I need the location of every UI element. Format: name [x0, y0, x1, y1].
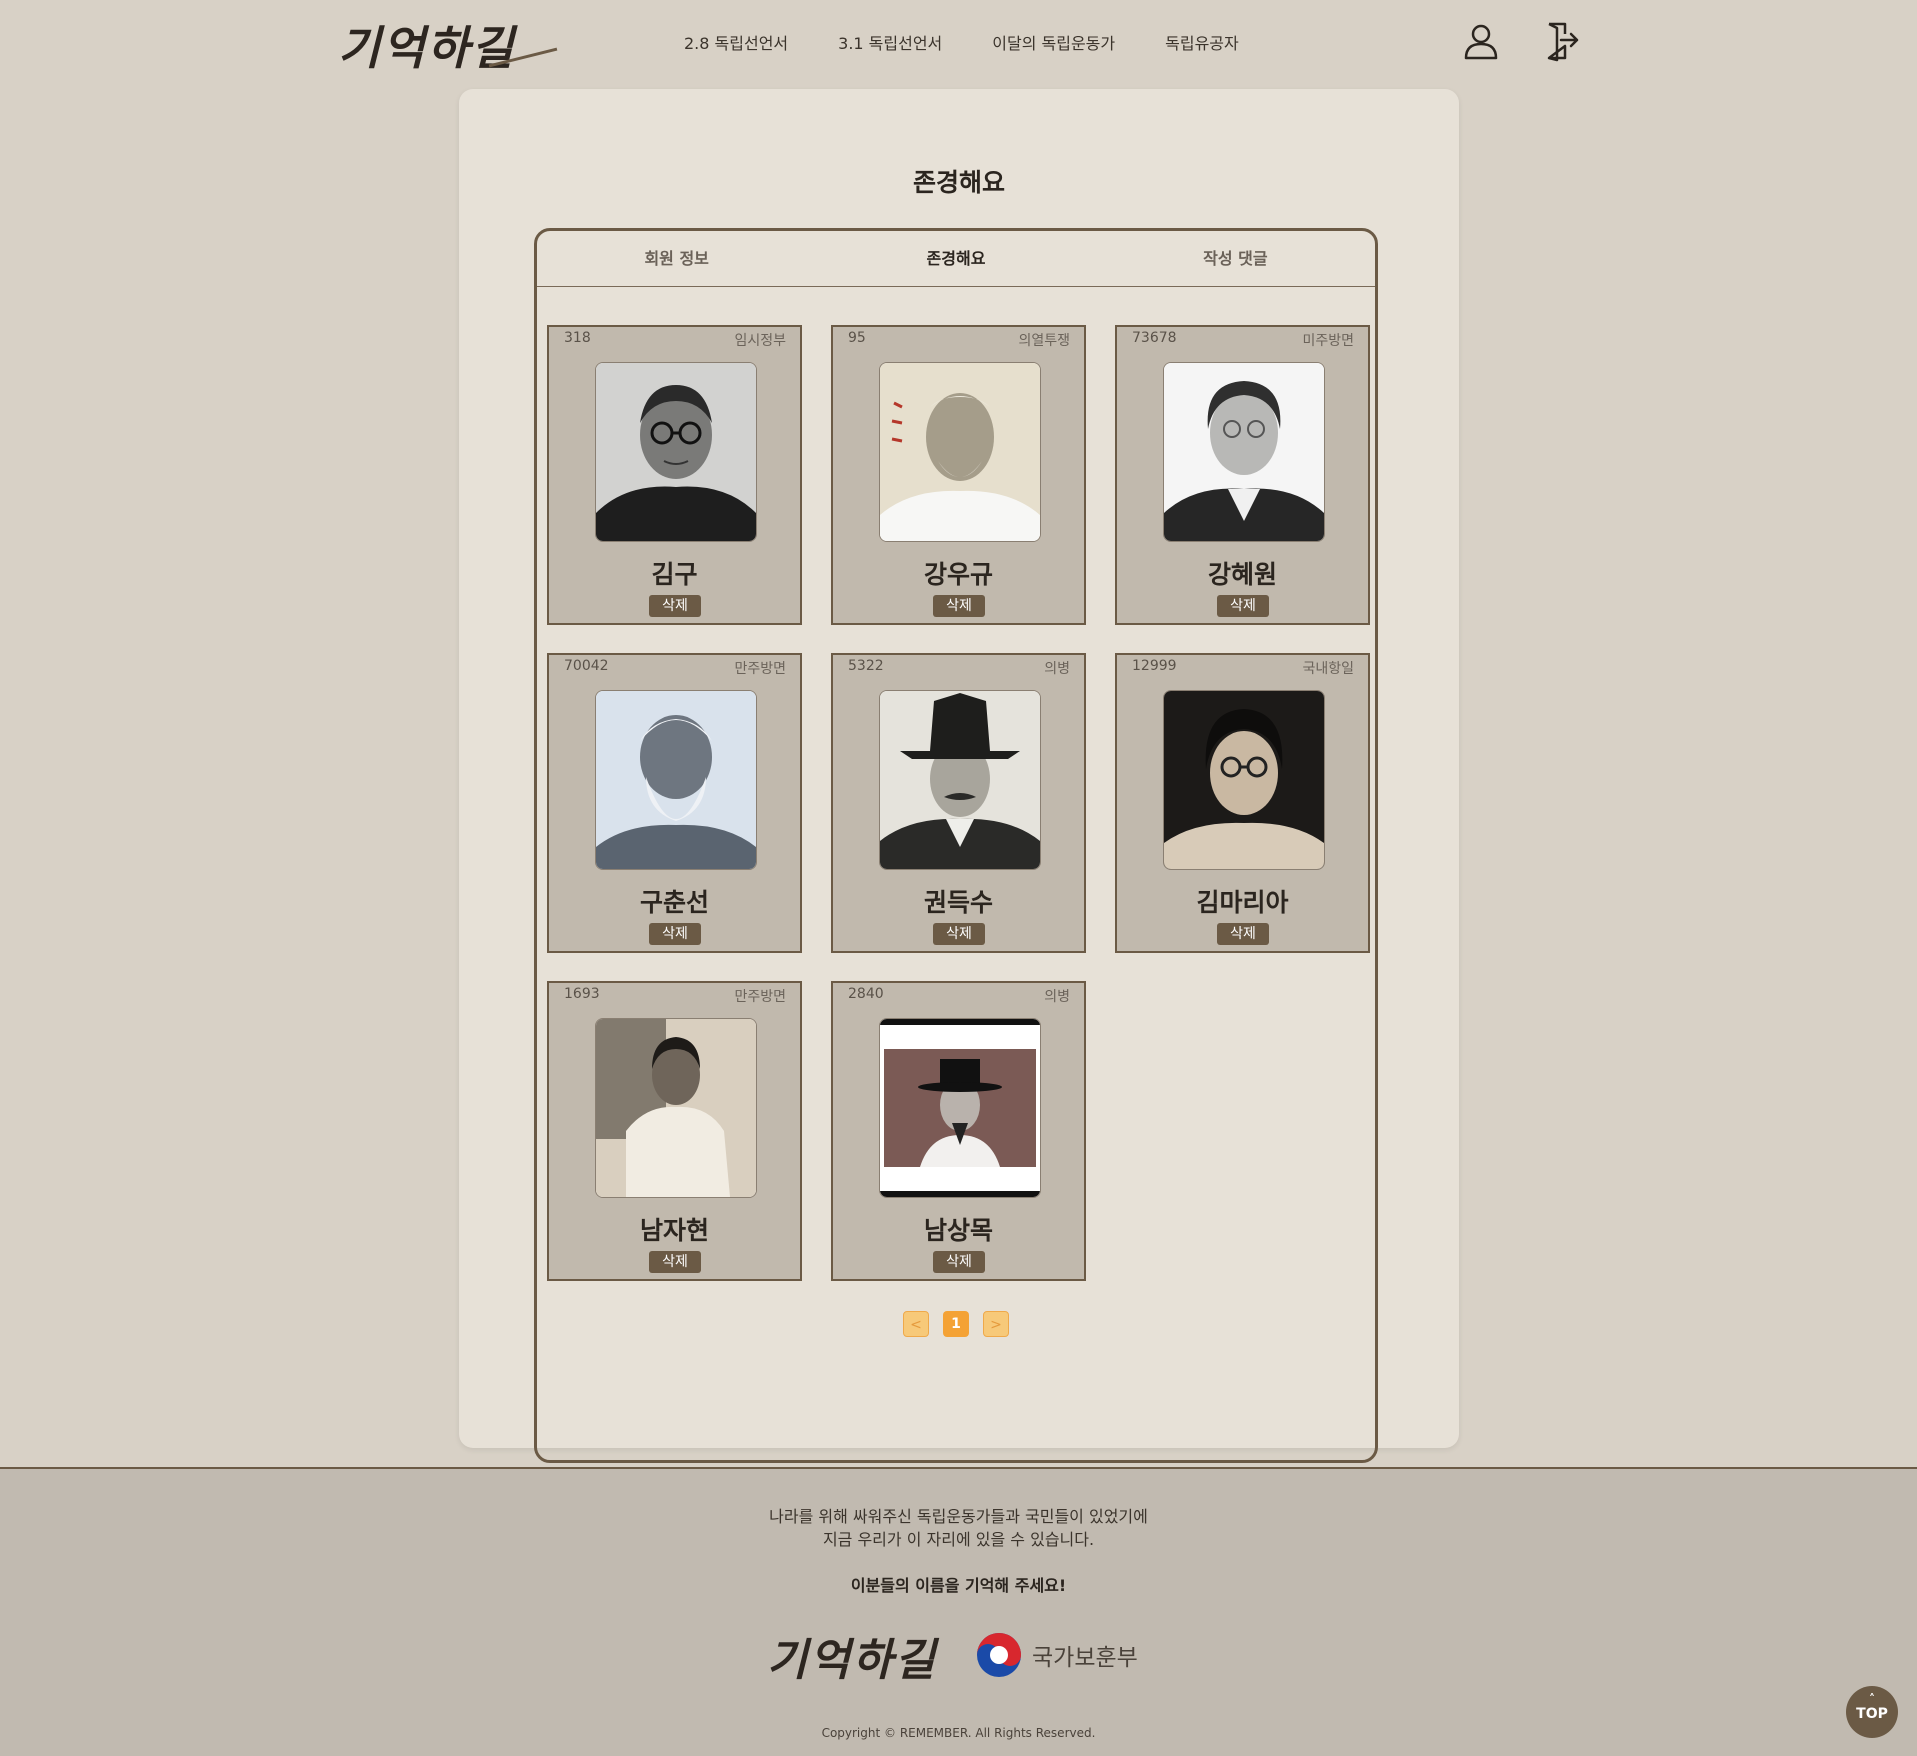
card-category: 의병: [1044, 989, 1070, 1005]
page-title: 존경해요: [912, 168, 1005, 197]
card-category: 만주방면: [734, 661, 786, 677]
activist-photo: [595, 362, 757, 542]
nav-item-monthly-activist[interactable]: 이달의 독립운동가: [992, 30, 1115, 54]
activist-card[interactable]: 70042 만주방면 구춘선 삭제: [547, 653, 802, 953]
mypage-box: 회원 정보 존경해요 작성 댓글 318 임시정부 김구 삭제 95 의열투쟁 …: [534, 228, 1378, 1463]
activist-photo: [879, 362, 1041, 542]
logout-icon[interactable]: [1543, 20, 1583, 62]
activist-card[interactable]: 95 의열투쟁 강우규 삭제: [831, 325, 1086, 625]
site-footer: 나라를 위해 싸워주신 독립운동가들과 국민들이 있었기에 지금 우리가 이 자…: [0, 1467, 1917, 1756]
page-number[interactable]: 1: [943, 1311, 969, 1337]
nav-item-2-8-declaration[interactable]: 2.8 독립선언서: [684, 30, 788, 54]
user-icon[interactable]: [1461, 20, 1501, 62]
top-label: TOP: [1856, 1706, 1888, 1722]
card-category: 만주방면: [734, 989, 786, 1005]
nav-item-merit-persons[interactable]: 독립유공자: [1165, 30, 1239, 54]
card-category: 의병: [1044, 661, 1070, 677]
activist-photo: [595, 1018, 757, 1198]
pagination: < 1 >: [537, 1311, 1375, 1337]
prev-page-button[interactable]: <: [903, 1311, 929, 1337]
activist-photo: [879, 690, 1041, 870]
delete-button[interactable]: 삭제: [649, 923, 701, 945]
activist-photo: [1163, 690, 1325, 870]
activist-card[interactable]: 12999 국내항일 김마리아 삭제: [1115, 653, 1370, 953]
ministry-name: 국가보훈부: [1032, 1645, 1138, 1671]
card-category: 임시정부: [734, 333, 786, 349]
footer-message-line1: 나라를 위해 싸워주신 독립운동가들과 국민들이 있었기에: [769, 1507, 1148, 1526]
nav-item-3-1-declaration[interactable]: 3.1 독립선언서: [838, 30, 942, 54]
ministry-logo: 국가보훈부: [976, 1632, 1138, 1678]
activist-name: 권득수: [923, 888, 993, 917]
activist-name: 강우규: [923, 560, 993, 589]
delete-button[interactable]: 삭제: [933, 1251, 985, 1273]
activist-name: 김구: [651, 560, 698, 589]
card-number: 2840: [848, 986, 884, 1002]
main-nav: 2.8 독립선언서 3.1 독립선언서 이달의 독립운동가 독립유공자: [684, 30, 1239, 54]
activist-photo: [879, 1018, 1041, 1198]
activist-card[interactable]: 5322 의병 권득수 삭제: [831, 653, 1086, 953]
mypage-tabs: 회원 정보 존경해요 작성 댓글: [537, 231, 1375, 287]
card-number: 70042: [564, 658, 609, 674]
activist-name: 김마리아: [1196, 888, 1289, 917]
card-category: 의열투쟁: [1018, 333, 1070, 349]
activist-name: 남상목: [923, 1216, 993, 1245]
activist-photo: [595, 690, 757, 870]
footer-emphasis: 이분들의 이름을 기억해 주세요!: [850, 1576, 1067, 1595]
card-category: 미주방면: [1302, 333, 1354, 349]
activist-name: 강혜원: [1207, 560, 1277, 589]
copyright-text: Copyright © REMEMBER. All Rights Reserve…: [821, 1726, 1096, 1740]
footer-message-line2: 지금 우리가 이 자리에 있을 수 있습니다.: [822, 1530, 1095, 1549]
scroll-top-button[interactable]: ˄ TOP: [1846, 1686, 1898, 1738]
activist-name: 구춘선: [639, 888, 709, 917]
activist-card[interactable]: 2840 의병 남상목 삭제: [831, 981, 1086, 1281]
activist-card[interactable]: 1693 만주방면 남자현 삭제: [547, 981, 802, 1281]
card-number: 73678: [1132, 330, 1177, 346]
delete-button[interactable]: 삭제: [1217, 595, 1269, 617]
footer-logo: 기억하길: [767, 1635, 937, 1686]
delete-button[interactable]: 삭제: [649, 595, 701, 617]
tab-respect[interactable]: 존경해요: [816, 231, 1095, 286]
card-number: 5322: [848, 658, 884, 674]
activist-card[interactable]: 318 임시정부 김구 삭제: [547, 325, 802, 625]
site-logo[interactable]: 기억하길: [338, 12, 558, 78]
activist-card[interactable]: 73678 미주방면 강혜원 삭제: [1115, 325, 1370, 625]
delete-button[interactable]: 삭제: [1217, 923, 1269, 945]
tab-my-comments[interactable]: 작성 댓글: [1096, 231, 1375, 286]
card-category: 국내항일: [1302, 661, 1354, 677]
delete-button[interactable]: 삭제: [933, 595, 985, 617]
site-header: 기억하길 2.8 독립선언서 3.1 독립선언서 이달의 독립운동가 독립유공자: [0, 0, 1917, 86]
activist-name: 남자현: [639, 1216, 709, 1245]
activist-photo: [1163, 362, 1325, 542]
next-page-button[interactable]: >: [983, 1311, 1009, 1337]
mypage-panel: 존경해요 회원 정보 존경해요 작성 댓글 318 임시정부 김구 삭제 95 …: [459, 89, 1459, 1463]
delete-button[interactable]: 삭제: [933, 923, 985, 945]
caret-up-icon: ˄: [1869, 1692, 1875, 1706]
card-number: 318: [564, 330, 591, 346]
tab-member-info[interactable]: 회원 정보: [537, 231, 816, 286]
taeguk-icon: [977, 1633, 1021, 1677]
card-number: 12999: [1132, 658, 1177, 674]
card-number: 1693: [564, 986, 600, 1002]
delete-button[interactable]: 삭제: [649, 1251, 701, 1273]
card-number: 95: [848, 330, 866, 346]
